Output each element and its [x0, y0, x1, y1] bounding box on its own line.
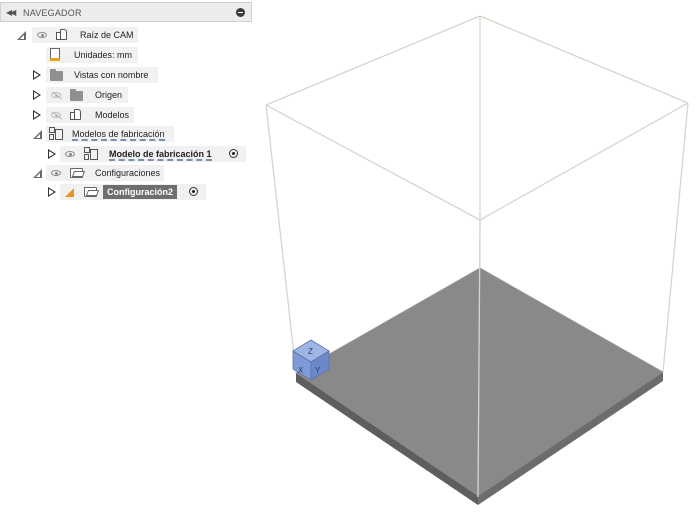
expand-arrow-icon[interactable]	[33, 90, 41, 100]
tree-item-chip[interactable]: Configuraciones	[46, 165, 164, 181]
tree-item-label-selected: Configuración2	[103, 185, 178, 199]
tree-item-chip[interactable]: Unidades: mm	[46, 47, 138, 63]
tree-item-chip[interactable]: Modelos de fabricación	[46, 126, 174, 142]
navigator-options-button[interactable]	[236, 8, 245, 17]
visibility-hidden-icon[interactable]	[51, 112, 61, 118]
tree-item-chip[interactable]: Modelos	[46, 107, 134, 123]
expand-arrow-icon[interactable]	[33, 70, 41, 80]
expand-arrow-icon[interactable]	[33, 130, 42, 139]
tree-item-label: Modelos	[95, 110, 130, 120]
tree-item-chip[interactable]: Modelo de fabricación 1	[60, 146, 246, 162]
open-folder-icon	[70, 168, 83, 178]
expand-arrow-icon[interactable]	[33, 169, 42, 178]
viewcube-label-y: Y	[315, 366, 321, 375]
tree-item-label: Origen	[95, 90, 123, 100]
tree-item-models[interactable]: Modelos	[0, 107, 254, 123]
activate-radio-icon[interactable]	[189, 187, 198, 196]
open-folder-icon	[84, 187, 97, 197]
manufacturing-model-icon	[84, 147, 98, 160]
visibility-hidden-icon[interactable]	[51, 92, 61, 98]
tree-item-label: Modelo de fabricación 1	[109, 149, 212, 161]
expand-arrow-icon[interactable]	[17, 31, 26, 40]
tree-item-chip[interactable]: Origen	[46, 87, 128, 103]
viewcube-label-z: Z	[308, 347, 313, 356]
manufacturing-model-icon	[49, 127, 63, 140]
warning-triangle-icon	[65, 188, 74, 197]
tree-item-chip[interactable]: Vistas con nombre	[46, 67, 158, 83]
visibility-eye-icon[interactable]	[65, 151, 75, 157]
tree-item-manufacturing-models[interactable]: Modelos de fabricación	[0, 126, 254, 142]
tree-item-named-views[interactable]: Vistas con nombre	[0, 67, 254, 83]
tree-item-chip[interactable]: Configuración2	[60, 184, 206, 200]
folder-icon	[50, 69, 63, 81]
tree-item-label: Modelos de fabricación	[72, 129, 165, 141]
component-icon	[70, 109, 82, 121]
visibility-eye-icon[interactable]	[51, 170, 61, 176]
tree-item-units[interactable]: Unidades: mm	[0, 47, 254, 63]
expand-arrow-icon[interactable]	[33, 110, 41, 120]
document-units-icon	[50, 48, 60, 61]
tree-item-setup-2[interactable]: Configuración2	[0, 184, 254, 200]
tree-item-label: Vistas con nombre	[74, 70, 149, 80]
visibility-eye-icon[interactable]	[37, 32, 47, 38]
tree-item-label: Raíz de CAM	[80, 30, 134, 40]
tree-item-chip[interactable]: Raíz de CAM	[32, 27, 138, 43]
tree-item-cam-root[interactable]: Raíz de CAM	[0, 27, 254, 43]
folder-icon	[70, 89, 83, 101]
expand-arrow-icon[interactable]	[48, 149, 56, 159]
viewcube-label-x: X	[298, 366, 304, 375]
component-icon	[56, 29, 68, 41]
navigator-title: NAVEGADOR	[23, 8, 82, 18]
collapse-panel-icon[interactable]: ◀◀	[6, 8, 16, 17]
activate-radio-icon[interactable]	[229, 149, 238, 158]
expand-arrow-icon[interactable]	[48, 187, 56, 197]
tree-item-setups[interactable]: Configuraciones	[0, 165, 254, 181]
tree-item-label: Configuraciones	[95, 168, 161, 178]
tree-item-manufacturing-model-1[interactable]: Modelo de fabricación 1	[0, 146, 254, 162]
tree-item-label: Unidades: mm	[74, 50, 133, 60]
navigator-header: ◀◀ NAVEGADOR	[0, 2, 252, 22]
tree-item-origin[interactable]: Origen	[0, 87, 254, 103]
